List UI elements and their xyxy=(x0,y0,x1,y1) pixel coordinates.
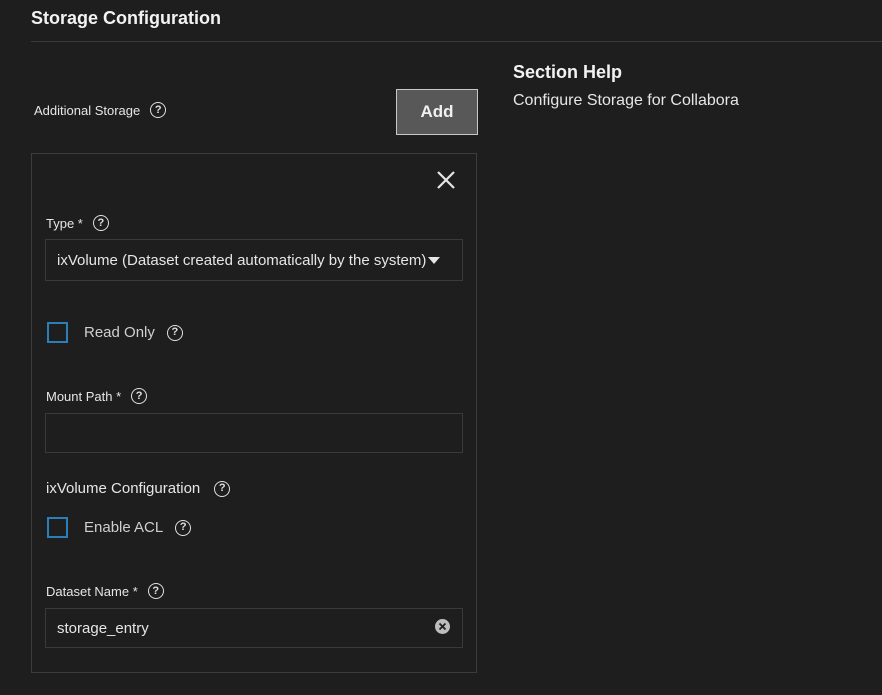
help-icon[interactable]: ? xyxy=(150,102,167,118)
mount-path-label-row: Mount Path * ? xyxy=(46,388,148,404)
read-only-label: Read Only xyxy=(84,324,155,341)
clear-icon[interactable] xyxy=(435,619,450,634)
title-divider xyxy=(31,41,882,42)
help-icon[interactable]: ? xyxy=(166,324,183,341)
chevron-down-icon xyxy=(428,257,440,264)
ixvolume-config-label: ixVolume Configuration xyxy=(46,480,201,497)
mount-path-input[interactable] xyxy=(45,413,463,453)
storage-configuration-page: Storage Configuration Additional Storage… xyxy=(0,0,882,695)
additional-storage-label: Additional Storage xyxy=(34,102,141,118)
storage-entry-card: Type * ? ixVolume (Dataset created autom… xyxy=(31,153,477,673)
read-only-checkbox[interactable] xyxy=(47,322,68,343)
help-icon[interactable]: ? xyxy=(147,583,164,599)
read-only-row: Read Only ? xyxy=(47,322,183,343)
help-icon[interactable]: ? xyxy=(175,519,192,536)
type-select[interactable]: ixVolume (Dataset created automatically … xyxy=(45,239,463,281)
close-icon[interactable] xyxy=(434,168,458,192)
add-button[interactable]: Add xyxy=(396,89,478,135)
type-label-row: Type * ? xyxy=(46,215,109,231)
type-select-value: ixVolume (Dataset created automatically … xyxy=(57,251,427,269)
dataset-name-label: Dataset Name * xyxy=(46,583,138,599)
additional-storage-row: Additional Storage ? xyxy=(34,102,167,118)
help-icon[interactable]: ? xyxy=(214,480,231,497)
ixvolume-config-heading: ixVolume Configuration ? xyxy=(46,480,231,497)
section-help-text: Configure Storage for Collabora xyxy=(513,92,739,109)
enable-acl-row: Enable ACL ? xyxy=(47,517,192,538)
section-help-title: Section Help xyxy=(513,62,623,82)
dataset-name-label-row: Dataset Name * ? xyxy=(46,583,164,599)
help-icon[interactable]: ? xyxy=(92,215,109,231)
type-label: Type * xyxy=(46,215,83,231)
mount-path-label: Mount Path * xyxy=(46,388,122,404)
enable-acl-label: Enable ACL xyxy=(84,519,164,536)
dataset-name-input[interactable] xyxy=(45,608,463,648)
enable-acl-checkbox[interactable] xyxy=(47,517,68,538)
section-title: Storage Configuration xyxy=(31,8,221,28)
help-icon[interactable]: ? xyxy=(131,388,148,404)
